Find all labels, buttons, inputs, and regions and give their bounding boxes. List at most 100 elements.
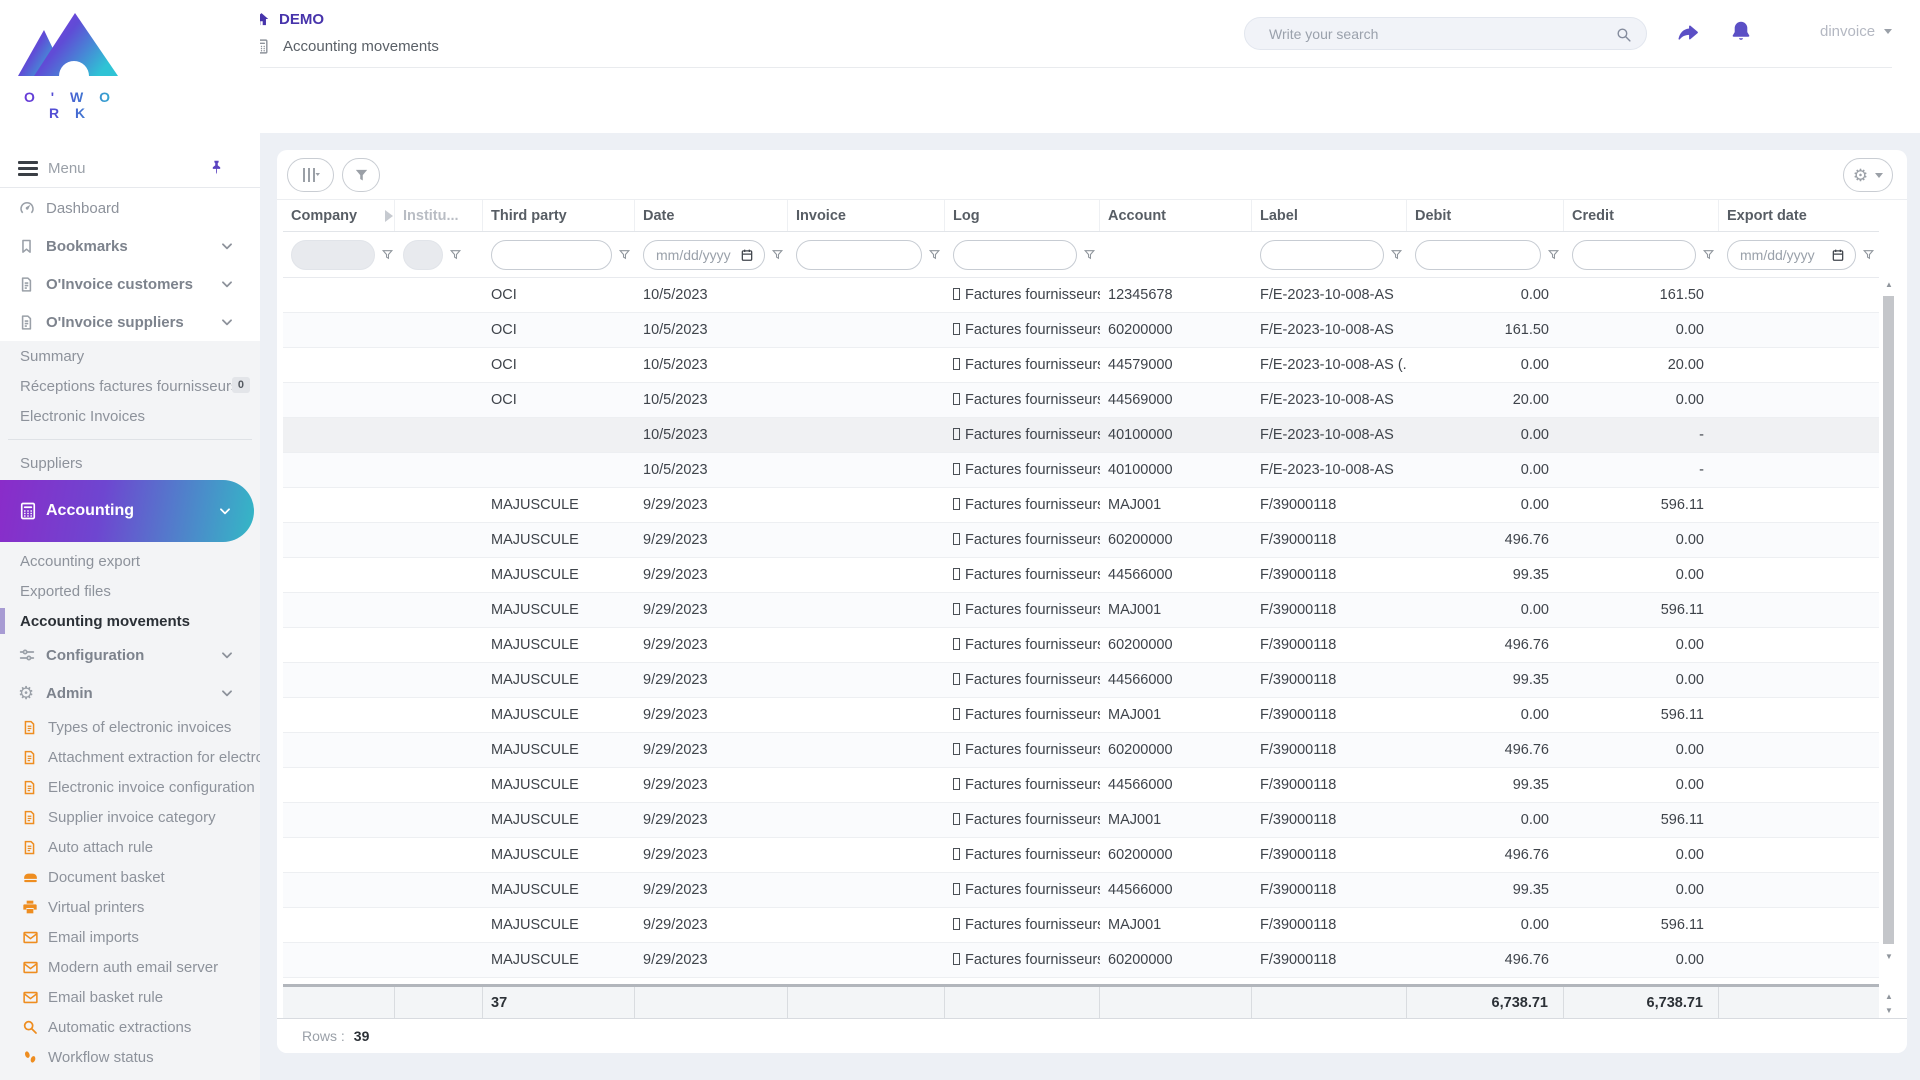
share-icon[interactable]: [1675, 20, 1700, 50]
pin-icon[interactable]: [208, 159, 225, 181]
column-header-company[interactable]: Company: [283, 200, 395, 231]
filter-button[interactable]: [342, 158, 380, 192]
filter-input-debit[interactable]: [1415, 239, 1541, 270]
column-header-account[interactable]: Account: [1100, 200, 1252, 231]
filter-input-third-party[interactable]: [491, 239, 612, 270]
filter-input-log[interactable]: [953, 239, 1077, 270]
filter-operator-funnel-icon[interactable]: [928, 248, 941, 261]
sidebar-item-accounting[interactable]: Accounting: [0, 480, 254, 542]
table-row[interactable]: MAJUSCULE 9/29/2023 Factures fournisseurs 6…: [283, 523, 1879, 558]
credit-filter-input[interactable]: [1583, 245, 1685, 264]
sidebar-item-o-invoice-suppliers[interactable]: O'Invoice suppliers: [0, 303, 260, 341]
sidebar-item-r-ceptions-factures-fournisseurs[interactable]: Réceptions factures fournisseurs 0: [0, 371, 260, 401]
calendar-icon[interactable]: [1831, 248, 1845, 262]
sidebar-item-accounting-export[interactable]: Accounting export: [0, 546, 260, 576]
filter-input-export-date[interactable]: [1727, 239, 1856, 270]
sidebar-item-electronic-invoices[interactable]: Electronic Invoices: [0, 401, 260, 431]
log-filter-input[interactable]: [964, 245, 1066, 264]
columns-button[interactable]: [287, 158, 334, 192]
column-header-institution[interactable]: Institu...: [395, 200, 483, 231]
table-row[interactable]: OCI 10/5/2023 Factures fournisseurs 6020000…: [283, 313, 1879, 348]
table-row[interactable]: MAJUSCULE 9/29/2023 Factures fournisseurs 6…: [283, 943, 1879, 978]
sidebar-item-document-basket[interactable]: Document basket: [0, 862, 260, 892]
sidebar-item-accounting-movements[interactable]: Accounting movements: [0, 606, 260, 636]
table-row[interactable]: MAJUSCULE 9/29/2023 Factures fournisseurs 6…: [283, 733, 1879, 768]
sidebar-item-attachment-extraction-for-electroni[interactable]: Attachment extraction for electroni: [0, 742, 260, 772]
column-header-export-date[interactable]: Export date: [1719, 200, 1879, 231]
table-row[interactable]: MAJUSCULE 9/29/2023 Factures fournisseurs 4…: [283, 663, 1879, 698]
table-row[interactable]: 10/5/2023 Factures fournisseurs 40100000 F/…: [283, 418, 1879, 453]
sidebar-item-auto-attach-rule[interactable]: Auto attach rule: [0, 832, 260, 862]
vertical-scrollbar[interactable]: ▲ ▼ ▲ ▼: [1882, 280, 1896, 1018]
sidebar-item-bookmarks[interactable]: Bookmarks: [0, 227, 260, 265]
filter-operator-funnel-icon[interactable]: [1702, 248, 1715, 261]
sidebar-item-supplier-invoice-category[interactable]: Supplier invoice category: [0, 802, 260, 832]
filter-operator-funnel-icon[interactable]: [1390, 248, 1403, 261]
scroll-down-icon[interactable]: ▼: [1882, 952, 1896, 962]
scroll-up-icon[interactable]: ▲: [1882, 280, 1896, 290]
table-row[interactable]: MAJUSCULE 9/29/2023 Factures fournisseurs 4…: [283, 558, 1879, 593]
table-settings-button[interactable]: ⚙: [1843, 158, 1893, 192]
column-header-credit[interactable]: Credit: [1564, 200, 1719, 231]
debit-filter-input[interactable]: [1426, 245, 1530, 264]
sidebar-item-email-basket-rule[interactable]: Email basket rule: [0, 982, 260, 1012]
filter-input-label[interactable]: [1260, 239, 1384, 270]
third-party-filter-input[interactable]: [502, 245, 601, 264]
sidebar-item-virtual-printers[interactable]: Virtual printers: [0, 892, 260, 922]
filter-operator-funnel-icon[interactable]: [449, 248, 462, 261]
filter-operator-funnel-icon[interactable]: [1862, 248, 1875, 261]
sidebar-item-electronic-invoice-configuration[interactable]: Electronic invoice configuration: [0, 772, 260, 802]
table-row[interactable]: MAJUSCULE 9/29/2023 Factures fournisseurs M…: [283, 488, 1879, 523]
sidebar-item-types-of-electronic-invoices[interactable]: Types of electronic invoices: [0, 712, 260, 742]
table-row[interactable]: MAJUSCULE 9/29/2023 Factures fournisseurs M…: [283, 698, 1879, 733]
filter-input-date[interactable]: [643, 239, 765, 270]
search-icon[interactable]: [1615, 26, 1632, 48]
sidebar-item-modern-auth-email-server[interactable]: Modern auth email server: [0, 952, 260, 982]
column-header-date[interactable]: Date: [635, 200, 788, 231]
sidebar-item-email-imports[interactable]: Email imports: [0, 922, 260, 952]
footer-scroll-up-icon[interactable]: ▲: [1882, 992, 1896, 1002]
filter-operator-funnel-icon[interactable]: [618, 248, 631, 261]
sidebar-item-dashboard[interactable]: Dashboard: [0, 189, 260, 227]
column-header-label[interactable]: Label: [1252, 200, 1407, 231]
column-header-invoice[interactable]: Invoice: [788, 200, 945, 231]
table-row[interactable]: MAJUSCULE 9/29/2023 Factures fournisseurs 4…: [283, 768, 1879, 803]
user-menu[interactable]: dinvoice: [1820, 23, 1893, 40]
notifications-bell-icon[interactable]: [1729, 19, 1753, 48]
table-row[interactable]: MAJUSCULE 9/29/2023 Factures fournisseurs M…: [283, 803, 1879, 838]
filter-operator-funnel-icon[interactable]: [1547, 248, 1560, 261]
sidebar-item-automatic-extractions[interactable]: Automatic extractions: [0, 1012, 260, 1042]
sidebar-item-summary[interactable]: Summary: [0, 341, 260, 371]
date-filter-input[interactable]: [654, 245, 738, 264]
sidebar-item-configuration[interactable]: Configuration: [0, 636, 260, 674]
table-row[interactable]: OCI 10/5/2023 Factures fournisseurs 1234567…: [283, 278, 1879, 313]
filter-operator-funnel-icon[interactable]: [381, 248, 394, 261]
scrollbar-thumb[interactable]: [1883, 296, 1894, 944]
table-row[interactable]: OCI 10/5/2023 Factures fournisseurs 4457900…: [283, 348, 1879, 383]
filter-operator-funnel-icon[interactable]: [1083, 248, 1096, 261]
table-row[interactable]: 10/5/2023 Factures fournisseurs 40100000 F/…: [283, 453, 1879, 488]
sidebar-item-suppliers[interactable]: Suppliers: [0, 448, 260, 478]
filter-input-credit[interactable]: [1572, 239, 1696, 270]
table-row[interactable]: OCI 10/5/2023 Factures fournisseurs 4456900…: [283, 383, 1879, 418]
table-row[interactable]: MAJUSCULE 9/29/2023 Factures fournisseurs 6…: [283, 838, 1879, 873]
search-input[interactable]: [1267, 24, 1606, 43]
export-date-filter-input[interactable]: [1738, 245, 1829, 264]
table-row[interactable]: MAJUSCULE 9/29/2023 Factures fournisseurs M…: [283, 593, 1879, 628]
hamburger-menu-icon[interactable]: [18, 161, 38, 176]
footer-scroll-down-icon[interactable]: ▼: [1882, 1006, 1896, 1016]
filter-operator-funnel-icon[interactable]: [771, 248, 784, 261]
sidebar-item-workflow-status[interactable]: Workflow status: [0, 1042, 260, 1072]
column-header-log[interactable]: Log: [945, 200, 1100, 231]
sidebar-item-o-invoice-customers[interactable]: O'Invoice customers: [0, 265, 260, 303]
sidebar-item-admin[interactable]: ⚙ Admin: [0, 674, 260, 712]
filter-input-invoice[interactable]: [796, 239, 922, 270]
calendar-icon[interactable]: [740, 248, 754, 262]
invoice-filter-input[interactable]: [807, 245, 911, 264]
table-row[interactable]: MAJUSCULE 9/29/2023 Factures fournisseurs 6…: [283, 628, 1879, 663]
sidebar-item-exported-files[interactable]: Exported files: [0, 576, 260, 606]
column-header-debit[interactable]: Debit: [1407, 200, 1564, 231]
table-row[interactable]: MAJUSCULE 9/29/2023 Factures fournisseurs 4…: [283, 873, 1879, 908]
column-header-third-party[interactable]: Third party: [483, 200, 635, 231]
label-filter-input[interactable]: [1271, 245, 1373, 264]
